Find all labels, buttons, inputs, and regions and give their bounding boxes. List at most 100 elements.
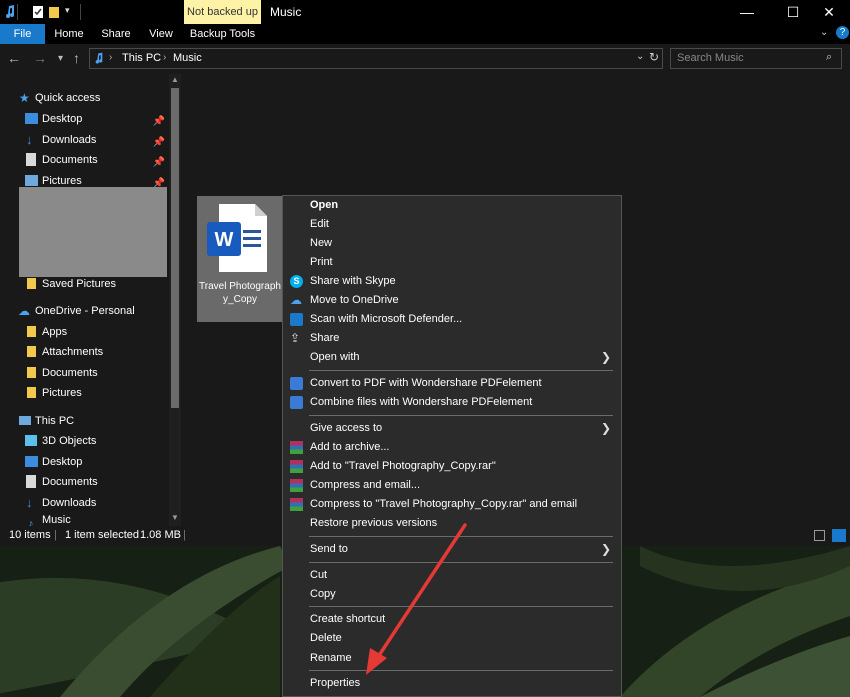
download-icon: ↓ [26,132,33,147]
refresh-icon[interactable]: ↻ [649,50,659,64]
menu-item-edit[interactable]: Edit [283,215,621,234]
search-icon[interactable]: ⌕ [826,51,832,64]
nav-label: This PC [35,415,75,427]
properties-icon[interactable] [32,5,44,19]
up-arrow-icon[interactable]: ↑ [73,50,80,66]
nav-quick-access[interactable]: ★ Quick access [19,88,169,108]
winrar-icon [290,498,303,511]
large-icons-view-icon[interactable] [832,529,846,542]
nav-this-pc[interactable]: This PC [19,411,169,431]
search-box[interactable]: Search Music ⌕ [670,48,842,69]
tab-backup-tools[interactable]: Backup Tools [184,24,261,44]
menu-label: Delete [310,632,342,644]
menu-item-compress-rar-email[interactable]: Compress to "Travel Photography_Copy.rar… [283,495,621,514]
scroll-down-icon[interactable]: ▼ [171,513,179,522]
recent-locations-icon[interactable]: ▾ [58,53,63,64]
redacted-region [19,187,167,277]
menu-item-share-skype[interactable]: S Share with Skype [283,272,621,291]
menu-item-cut[interactable]: Cut [283,566,621,585]
menu-item-give-access[interactable]: Give access to ❯ [283,419,621,438]
menu-item-print[interactable]: Print [283,253,621,272]
menu-item-combine-pdf[interactable]: Combine files with Wondershare PDFelemen… [283,393,621,412]
customize-quick-access-icon[interactable]: ▾ [65,5,70,16]
cube-icon [25,435,37,446]
expand-ribbon-icon[interactable]: ⌄ [820,27,828,38]
share-icon: ⇪ [290,331,301,345]
menu-item-open-with[interactable]: Open with ❯ [283,348,621,367]
menu-item-create-shortcut[interactable]: Create shortcut [283,610,621,629]
breadcrumb-this-pc[interactable]: This PC [122,52,161,64]
nav-label: Desktop [42,456,83,468]
tab-file[interactable]: File [0,24,45,44]
nav-label: Documents [42,476,98,488]
nav-item-pc-downloads[interactable]: ↓ Downloads [25,493,165,513]
close-button[interactable]: ✕ [806,0,850,24]
nav-item-documents[interactable]: Documents 📌 [25,150,165,170]
breadcrumb-music[interactable]: Music [173,52,202,64]
selection-count: 1 item selected [65,529,139,541]
menu-item-move-onedrive[interactable]: ☁ Move to OneDrive [283,291,621,310]
nav-item-music[interactable]: ♪ Music [25,514,165,526]
minimize-button[interactable]: — [724,0,770,24]
nav-label: Music [42,514,71,526]
menu-item-restore-versions[interactable]: Restore previous versions [283,514,621,533]
menu-item-compress-email[interactable]: Compress and email... [283,476,621,495]
nav-label: Quick access [35,92,101,104]
nav-label: Documents [42,154,98,166]
star-icon: ★ [19,91,30,105]
menu-item-convert-pdf[interactable]: Convert to PDF with Wondershare PDFeleme… [283,374,621,393]
menu-item-share[interactable]: ⇪ Share [283,329,621,348]
divider [80,4,81,20]
menu-label: Open [310,199,339,211]
desktop-icon [25,113,38,124]
nav-item-pc-documents[interactable]: Documents [25,472,165,492]
menu-item-scan-defender[interactable]: Scan with Microsoft Defender... [283,310,621,329]
not-backed-up-badge[interactable]: Not backed up [184,0,261,24]
menu-item-copy[interactable]: Copy [283,585,621,604]
cloud-icon: ☁ [18,304,30,318]
menu-item-new[interactable]: New [283,234,621,253]
details-view-icon[interactable] [814,530,825,541]
nav-item-onedrive-pictures[interactable]: Pictures [25,383,165,403]
tab-home[interactable]: Home [47,24,91,44]
scrollbar-thumb[interactable] [171,88,179,408]
help-icon[interactable]: ? [836,26,849,39]
menu-item-open[interactable]: Open [283,196,621,215]
nav-item-desktop[interactable]: Desktop 📌 [25,109,165,129]
nav-item-pc-desktop[interactable]: Desktop [25,452,165,472]
status-divider: | [183,529,186,541]
menu-item-add-archive[interactable]: Add to archive... [283,438,621,457]
nav-item-apps[interactable]: Apps [25,322,165,342]
music-note-icon: ♪ [28,518,34,526]
new-folder-icon[interactable] [48,5,60,19]
file-item-selected[interactable]: W Travel Photography_Copy [197,196,283,322]
nav-item-downloads[interactable]: ↓ Downloads 📌 [25,130,165,150]
document-icon [26,475,36,488]
menu-label: Cut [310,569,328,581]
back-arrow-icon[interactable]: ← [7,50,21,66]
forward-arrow-icon[interactable]: → [33,50,47,66]
nav-label: Desktop [42,113,83,125]
menu-item-send-to[interactable]: Send to ❯ [283,540,621,559]
context-menu: Open Edit New Print S Share with Skype ☁… [282,195,622,697]
nav-item-saved-pictures[interactable]: Saved Pictures [25,274,165,294]
nav-item-onedrive-documents[interactable]: Documents [25,363,165,383]
chevron-down-icon[interactable]: ⌄ [636,51,644,62]
scroll-up-icon[interactable]: ▲ [171,75,179,84]
menu-label: Restore previous versions [310,517,438,529]
pdfelement-icon [290,377,303,390]
menu-label: Scan with Microsoft Defender... [310,313,463,325]
item-count: 10 items [9,529,51,541]
address-bar[interactable]: › This PC › Music ⌄ ↻ [89,48,663,69]
tab-share[interactable]: Share [95,24,137,44]
menu-item-rename[interactable]: Rename [283,649,621,668]
menu-item-add-rar[interactable]: Add to "Travel Photography_Copy.rar" [283,457,621,476]
menu-item-delete[interactable]: Delete [283,629,621,648]
search-input[interactable]: Search Music [677,52,744,64]
nav-item-3d-objects[interactable]: 3D Objects [25,431,165,451]
nav-item-attachments[interactable]: Attachments [25,342,165,362]
desktop-icon [25,456,38,467]
tab-view[interactable]: View [141,24,181,44]
nav-onedrive[interactable]: ☁ OneDrive - Personal [18,301,169,321]
menu-item-properties[interactable]: Properties [283,674,621,693]
